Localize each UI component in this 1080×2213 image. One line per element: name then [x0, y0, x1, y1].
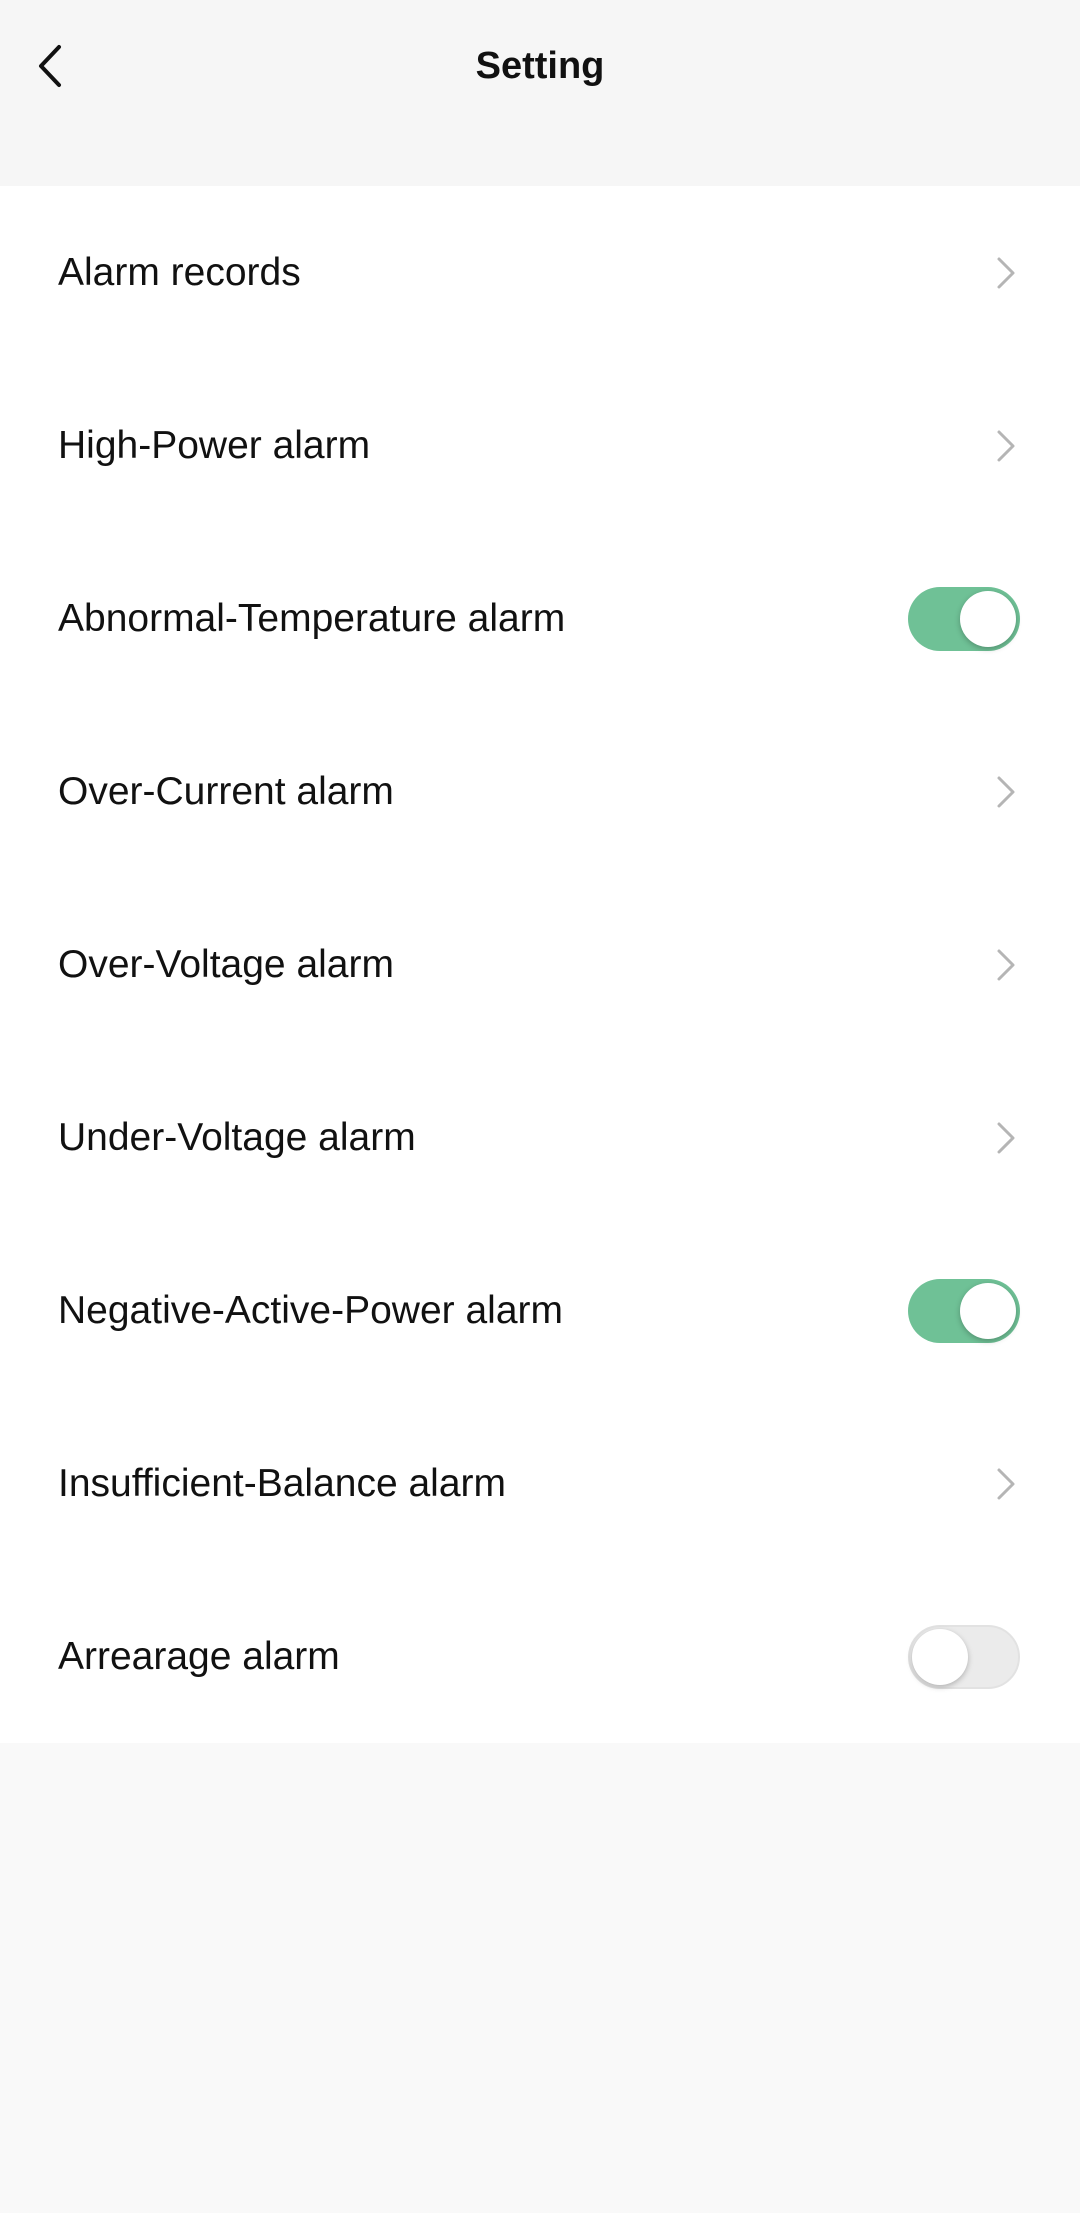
setting-label: Under-Voltage alarm: [58, 1115, 416, 1159]
abnormal-temperature-toggle[interactable]: [908, 586, 1020, 651]
setting-row-insufficient-balance-alarm[interactable]: Insufficient-Balance alarm: [0, 1397, 1080, 1570]
page-title: Setting: [475, 45, 605, 87]
setting-row-negative-active-power-alarm: Negative-Active-Power alarm: [0, 1224, 1080, 1397]
setting-label: Over-Voltage alarm: [58, 942, 394, 986]
chevron-right-icon: [994, 772, 1018, 812]
setting-label: Insufficient-Balance alarm: [58, 1461, 507, 1505]
setting-label: Over-Current alarm: [58, 769, 394, 813]
setting-label: Alarm records: [58, 250, 301, 294]
settings-list: Alarm records High-Power alarm Abnormal-…: [0, 186, 1080, 1743]
setting-row-high-power-alarm[interactable]: High-Power alarm: [0, 359, 1080, 532]
chevron-right-icon: [994, 945, 1018, 985]
toggle-knob: [960, 590, 1016, 647]
setting-row-abnormal-temperature-alarm: Abnormal-Temperature alarm: [0, 532, 1080, 705]
toggle-knob: [912, 1628, 968, 1685]
header-bar: Setting: [0, 0, 1080, 186]
setting-row-arrearage-alarm: Arrearage alarm: [0, 1570, 1080, 1743]
setting-label: Abnormal-Temperature alarm: [58, 596, 566, 640]
chevron-right-icon: [994, 426, 1018, 466]
chevron-right-icon: [994, 253, 1018, 293]
arrearage-toggle[interactable]: [908, 1624, 1020, 1689]
setting-row-under-voltage-alarm[interactable]: Under-Voltage alarm: [0, 1051, 1080, 1224]
chevron-right-icon: [994, 1118, 1018, 1158]
setting-label: Arrearage alarm: [58, 1634, 340, 1678]
setting-row-over-voltage-alarm[interactable]: Over-Voltage alarm: [0, 878, 1080, 1051]
toggle-knob: [960, 1282, 1016, 1339]
setting-row-alarm-records[interactable]: Alarm records: [0, 186, 1080, 359]
setting-row-over-current-alarm[interactable]: Over-Current alarm: [0, 705, 1080, 878]
setting-label: Negative-Active-Power alarm: [58, 1288, 564, 1332]
chevron-right-icon: [994, 1464, 1018, 1504]
setting-label: High-Power alarm: [58, 423, 371, 467]
negative-active-power-toggle[interactable]: [908, 1278, 1020, 1343]
